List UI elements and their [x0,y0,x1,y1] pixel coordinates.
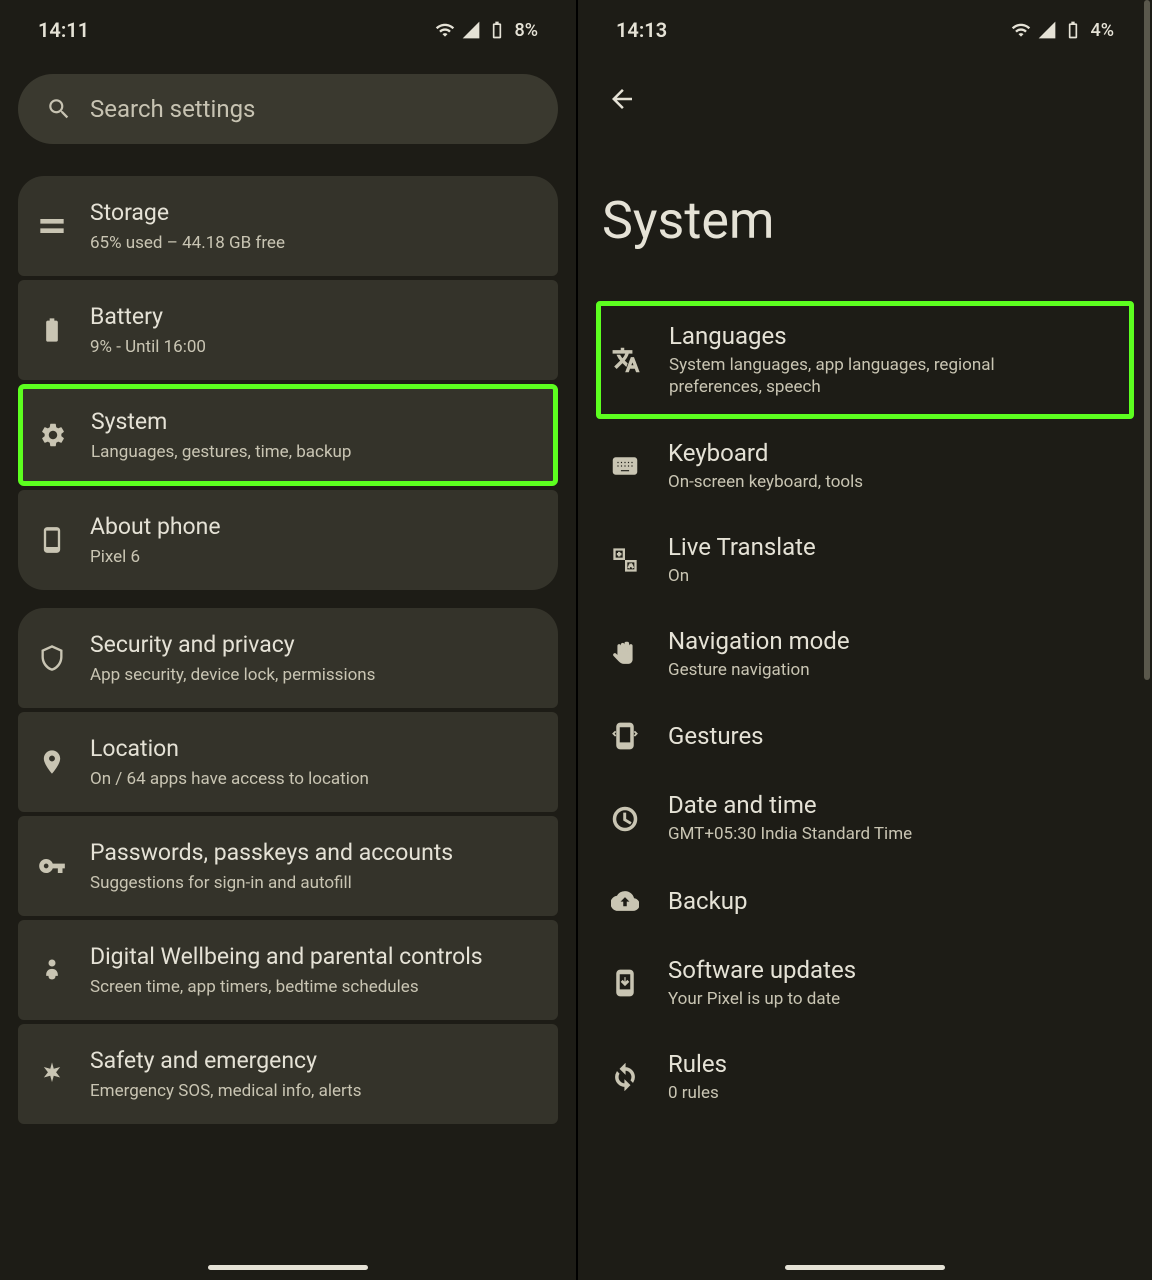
status-time: 14:11 [38,18,89,42]
system-item-livetranslate[interactable]: Live Translate On [596,513,1134,607]
row-title: Navigation mode [668,627,1124,655]
storage-icon [38,212,66,240]
livetranslate-icon [610,545,640,575]
card-sub: Suggestions for sign-in and autofill [90,872,538,894]
battery-icon [1063,20,1083,40]
status-icons: 8% [435,20,538,41]
wifi-icon [1011,20,1031,40]
battery-percent: 4% [1091,20,1114,41]
card-sub: Screen time, app timers, bedtime schedul… [90,976,538,998]
system-item-gestures[interactable]: Gestures [596,701,1134,771]
row-title: Keyboard [668,439,1124,467]
back-button[interactable] [606,83,638,115]
row-sub: On [668,565,1048,587]
card-sub: On / 64 apps have access to location [90,768,538,790]
row-title: Date and time [668,791,1124,819]
settings-item-system[interactable]: System Languages, gestures, time, backup [18,384,558,486]
card-title: Digital Wellbeing and parental controls [90,942,538,972]
battery-icon [487,20,507,40]
row-sub: GMT+05:30 India Standard Time [668,823,1048,845]
card-title: Location [90,734,538,764]
cloud-upload-icon [610,886,640,916]
row-title: Software updates [668,956,1124,984]
card-sub: App security, device lock, permissions [90,664,538,686]
search-settings[interactable]: Search settings [18,74,558,144]
row-title: Rules [668,1050,1124,1078]
card-title: About phone [90,512,538,542]
nav-indicator[interactable] [785,1265,945,1270]
card-sub: 65% used – 44.18 GB free [90,232,538,254]
row-title: Languages [669,322,1123,350]
key-icon [38,852,66,880]
row-sub: Your Pixel is up to date [668,988,1048,1010]
clock-icon [610,804,640,834]
card-sub: 9% - Until 16:00 [90,336,538,358]
status-bar: 14:13 4% [596,0,1134,60]
status-time: 14:13 [616,18,667,42]
status-bar: 14:11 8% [18,0,558,60]
settings-group-1: Storage 65% used – 44.18 GB free Battery… [18,176,558,590]
search-placeholder: Search settings [90,95,255,123]
keyboard-icon [610,451,640,481]
hand-icon [610,639,640,669]
card-sub: Pixel 6 [90,546,538,568]
system-item-navigation[interactable]: Navigation mode Gesture navigation [596,607,1134,701]
phone-settings-main: 14:11 8% Search settings Storage 65% use… [0,0,576,1280]
settings-item-passwords[interactable]: Passwords, passkeys and accounts Suggest… [18,816,558,916]
signal-icon [1037,20,1057,40]
battery-icon [38,316,66,344]
row-sub: System languages, app languages, regiona… [669,354,1049,398]
download-icon [610,968,640,998]
rules-icon [610,1062,640,1092]
search-icon [46,96,72,122]
gestures-icon [610,721,640,751]
shield-icon [38,644,66,672]
settings-item-battery[interactable]: Battery 9% - Until 16:00 [18,280,558,380]
card-sub: Emergency SOS, medical info, alerts [90,1080,538,1102]
system-item-datetime[interactable]: Date and time GMT+05:30 India Standard T… [596,771,1134,865]
asterisk-icon [38,1060,66,1088]
settings-item-about[interactable]: About phone Pixel 6 [18,490,558,590]
arrow-left-icon [607,84,637,114]
signal-icon [461,20,481,40]
row-title: Live Translate [668,533,1124,561]
card-sub: Languages, gestures, time, backup [91,441,537,463]
translate-icon [611,345,641,375]
status-icons: 4% [1011,20,1114,41]
row-title: Backup [668,887,1124,915]
phone-icon [38,526,66,554]
system-item-rules[interactable]: Rules 0 rules [596,1030,1134,1124]
system-item-languages[interactable]: Languages System languages, app language… [596,301,1134,419]
system-item-updates[interactable]: Software updates Your Pixel is up to dat… [596,936,1134,1030]
card-title: Storage [90,198,538,228]
card-title: Safety and emergency [90,1046,538,1076]
card-title: System [91,407,537,437]
settings-item-security[interactable]: Security and privacy App security, devic… [18,608,558,708]
page-title: System [602,190,1134,251]
scrollbar[interactable] [1144,0,1150,680]
settings-item-wellbeing[interactable]: Digital Wellbeing and parental controls … [18,920,558,1020]
location-icon [38,748,66,776]
card-title: Battery [90,302,538,332]
system-item-keyboard[interactable]: Keyboard On-screen keyboard, tools [596,419,1134,513]
battery-percent: 8% [515,20,538,41]
phone-system-detail: 14:13 4% System Languages System languag… [576,0,1152,1280]
card-title: Passwords, passkeys and accounts [90,838,538,868]
wifi-icon [435,20,455,40]
nav-indicator[interactable] [208,1265,368,1270]
settings-group-2: Security and privacy App security, devic… [18,608,558,1124]
row-title: Gestures [668,722,1124,750]
settings-item-storage[interactable]: Storage 65% used – 44.18 GB free [18,176,558,276]
system-item-backup[interactable]: Backup [596,866,1134,936]
settings-item-location[interactable]: Location On / 64 apps have access to loc… [18,712,558,812]
row-sub: Gesture navigation [668,659,1048,681]
card-title: Security and privacy [90,630,538,660]
settings-item-safety[interactable]: Safety and emergency Emergency SOS, medi… [18,1024,558,1124]
gear-icon [39,421,67,449]
row-sub: 0 rules [668,1082,1048,1104]
back-row [596,60,1134,120]
row-sub: On-screen keyboard, tools [668,471,1048,493]
wellbeing-icon [38,956,66,984]
